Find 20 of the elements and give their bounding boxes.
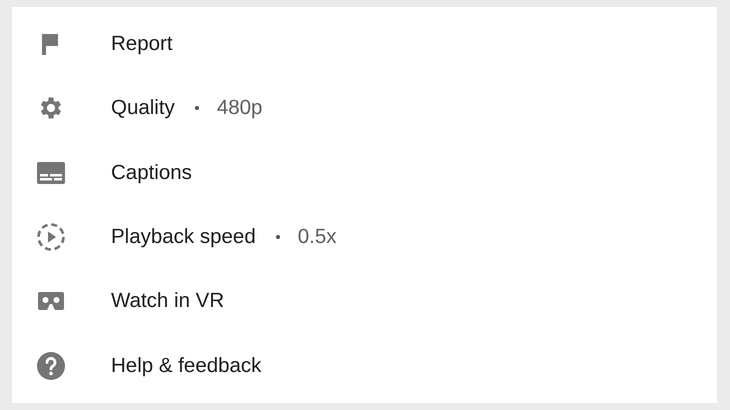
item-label: Report bbox=[111, 32, 173, 56]
menu-item[interactable]: Report bbox=[12, 12, 717, 76]
item-value: 0.5x bbox=[298, 225, 336, 250]
play-speed-icon bbox=[36, 222, 66, 252]
menu-item[interactable]: Quality 480p bbox=[12, 76, 717, 141]
menu-item[interactable]: Playback speed 0.5x bbox=[12, 204, 717, 270]
item-label: Help & feedback bbox=[111, 354, 262, 378]
captions-icon bbox=[36, 162, 64, 184]
menu-item[interactable]: Help & feedback bbox=[12, 334, 717, 398]
vr-headset-icon bbox=[38, 292, 64, 310]
separator-dot bbox=[276, 235, 280, 240]
item-value: 480p bbox=[216, 96, 262, 120]
item-label: Playback speed bbox=[111, 225, 256, 250]
item-label: Captions bbox=[111, 160, 192, 185]
help-icon bbox=[36, 350, 66, 381]
separator-dot bbox=[194, 106, 199, 110]
item-label: Watch in VR bbox=[111, 289, 224, 314]
menu-item[interactable]: Captions bbox=[12, 140, 717, 205]
menu-item[interactable]: Watch in VR bbox=[12, 269, 717, 334]
item-label: Quality bbox=[111, 96, 175, 120]
